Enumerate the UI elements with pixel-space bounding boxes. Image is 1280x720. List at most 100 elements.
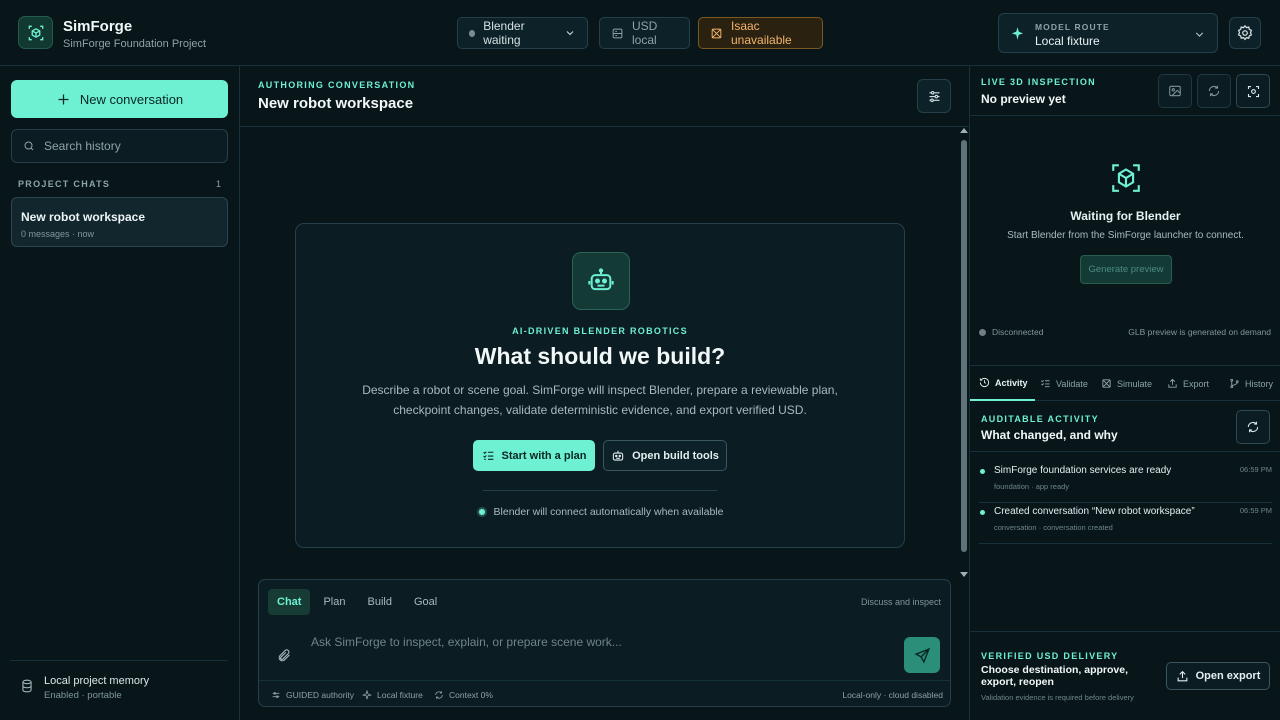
message-scrollbar[interactable] xyxy=(959,128,969,580)
mode-tab-build[interactable]: Build xyxy=(358,589,400,615)
chat-list-item[interactable]: New robot workspace 0 messages · now xyxy=(11,197,228,247)
checklist-icon xyxy=(482,449,495,462)
search-history-field[interactable] xyxy=(11,129,228,163)
scroll-thumb[interactable] xyxy=(961,140,967,552)
usd-status-label: USD local xyxy=(632,19,658,47)
project-memory-status[interactable]: Local project memory Enabled · portable xyxy=(10,660,228,710)
activity-event[interactable]: SimForge foundation services are ready f… xyxy=(979,462,1272,503)
attach-button[interactable] xyxy=(277,648,292,663)
send-button[interactable] xyxy=(904,637,940,673)
focus-view-button[interactable] xyxy=(1236,74,1270,108)
conversation-settings-button[interactable] xyxy=(917,79,951,113)
inspection-panel: LIVE 3D INSPECTION No preview yet Waitin… xyxy=(969,66,1280,720)
divider xyxy=(970,115,1280,116)
authority-indicator[interactable]: GUIDED authority xyxy=(271,690,354,700)
tab-export[interactable]: Export xyxy=(1167,366,1209,401)
delivery-note: Validation evidence is required before d… xyxy=(981,693,1134,702)
upload-icon xyxy=(1176,670,1189,683)
project-chats-heading: PROJECT CHATS xyxy=(18,179,111,189)
hero-eyebrow: AI-DRIVEN BLENDER ROBOTICS xyxy=(512,326,688,336)
upload-icon xyxy=(1167,378,1178,389)
simulate-icon xyxy=(1101,378,1112,389)
chevron-down-icon xyxy=(1193,28,1206,41)
start-with-plan-label: Start with a plan xyxy=(501,449,587,462)
start-with-plan-button[interactable]: Start with a plan xyxy=(473,440,595,471)
sliders-icon xyxy=(271,690,281,700)
authority-label: GUIDED authority xyxy=(286,690,355,700)
simforge-logo-icon xyxy=(18,16,53,49)
mode-tab-plan[interactable]: Plan xyxy=(314,589,354,615)
context-indicator[interactable]: Context 0% xyxy=(434,690,493,700)
blender-status-label: Blender waiting xyxy=(483,19,525,47)
tab-activity-label: Activity xyxy=(995,377,1028,388)
hero-title: What should we build? xyxy=(474,343,726,369)
open-export-label: Open export xyxy=(1195,670,1261,682)
blender-status-dropdown[interactable]: Blender waiting xyxy=(457,17,588,49)
open-export-button[interactable]: Open export xyxy=(1166,662,1270,690)
new-conversation-button[interactable]: New conversation xyxy=(11,80,228,118)
refresh-preview-button[interactable] xyxy=(1197,74,1231,108)
conversation-title: New robot workspace xyxy=(258,95,414,112)
search-input[interactable] xyxy=(44,139,214,153)
model-route-label: MODEL ROUTE xyxy=(1035,22,1110,32)
event-meta: foundation · app ready xyxy=(994,482,1070,491)
settings-button[interactable] xyxy=(1229,17,1261,49)
sliders-icon xyxy=(927,89,942,104)
isaac-status-label: Isaac unavailable xyxy=(731,19,792,47)
storage-icon xyxy=(611,27,624,40)
model-route-dropdown[interactable]: MODEL ROUTE Local fixture xyxy=(998,13,1218,53)
event-title: Created conversation “New robot workspac… xyxy=(994,506,1195,517)
refresh-activity-button[interactable] xyxy=(1236,410,1270,444)
sidebar: New conversation PROJECT CHATS 1 New rob… xyxy=(0,66,240,720)
message-composer: Chat Plan Build Goal Discuss and inspect… xyxy=(258,579,951,707)
delivery-eyebrow: VERIFIED USD DELIVERY xyxy=(981,651,1119,661)
connection-status: Disconnected xyxy=(979,327,1044,337)
new-conversation-label: New conversation xyxy=(79,91,184,107)
generate-preview-button[interactable]: Generate preview xyxy=(1080,255,1172,284)
usd-status-badge[interactable]: USD local xyxy=(599,17,690,49)
waiting-subtitle: Start Blender from the SimForge launcher… xyxy=(1007,230,1244,241)
focus-icon xyxy=(1246,84,1261,99)
search-icon xyxy=(23,140,35,152)
open-build-tools-button[interactable]: Open build tools xyxy=(603,440,727,471)
inspection-title: No preview yet xyxy=(981,92,1066,106)
refresh-icon xyxy=(1207,84,1221,98)
tab-validate-label: Validate xyxy=(1056,378,1088,389)
sparkle-icon xyxy=(1010,26,1025,41)
event-time: 06:59 PM xyxy=(1239,465,1272,474)
chat-title: New robot workspace xyxy=(21,210,146,224)
event-dot xyxy=(980,510,985,515)
checklist-icon xyxy=(1040,378,1051,389)
paperclip-icon xyxy=(277,648,292,663)
message-input[interactable] xyxy=(301,631,881,653)
tab-simulate-label: Simulate xyxy=(1117,378,1153,389)
header-divider xyxy=(240,126,969,127)
isaac-icon xyxy=(710,27,723,40)
refresh-icon xyxy=(1246,420,1260,434)
tab-history[interactable]: History xyxy=(1229,366,1273,401)
mode-tab-goal[interactable]: Goal xyxy=(405,589,446,615)
scroll-up-arrow[interactable] xyxy=(960,128,968,133)
snapshot-button[interactable] xyxy=(1158,74,1192,108)
tab-export-label: Export xyxy=(1183,378,1210,389)
gear-icon xyxy=(1236,24,1254,42)
tab-history-label: History xyxy=(1245,378,1274,389)
status-dot xyxy=(469,29,476,37)
tab-activity[interactable]: Activity xyxy=(970,366,1035,401)
event-meta: conversation · conversation created xyxy=(994,523,1113,532)
refresh-icon xyxy=(434,690,444,700)
sparkle-icon xyxy=(362,690,372,700)
tab-simulate[interactable]: Simulate xyxy=(1101,366,1152,401)
isaac-status-badge[interactable]: Isaac unavailable xyxy=(698,17,823,49)
plus-icon xyxy=(56,92,71,107)
inspection-eyebrow: LIVE 3D INSPECTION xyxy=(981,77,1096,87)
tab-validate[interactable]: Validate xyxy=(1040,366,1088,401)
fixture-indicator[interactable]: Local fixture xyxy=(362,690,423,700)
app-name: SimForge xyxy=(63,18,133,35)
scroll-down-arrow[interactable] xyxy=(960,572,968,577)
activity-event[interactable]: Created conversation “New robot workspac… xyxy=(979,503,1272,544)
composer-footer: GUIDED authority Local fixture Context 0… xyxy=(259,680,950,707)
mode-tab-chat[interactable]: Chat xyxy=(268,589,311,615)
connection-status-label: Disconnected xyxy=(992,327,1044,337)
cube-icon xyxy=(1109,161,1143,195)
